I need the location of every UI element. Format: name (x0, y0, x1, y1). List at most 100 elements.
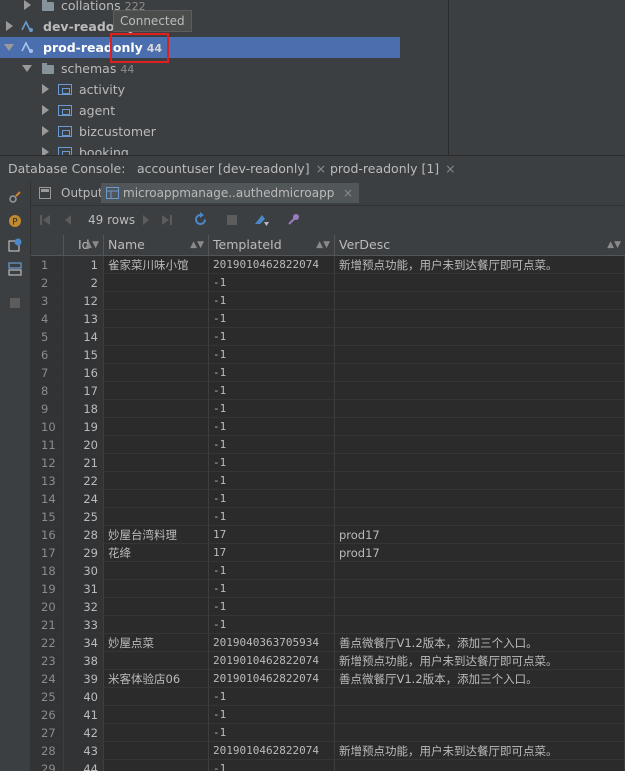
table-row[interactable]: 12 21 -1 (31, 454, 625, 472)
table-row[interactable]: 6 15 -1 (31, 346, 625, 364)
collapse-arrow-icon[interactable] (4, 44, 14, 51)
verdesc-cell[interactable] (335, 706, 625, 724)
templateid-cell[interactable]: -1 (209, 436, 335, 454)
templateid-cell[interactable]: -1 (209, 346, 335, 364)
name-cell[interactable] (104, 328, 209, 346)
table-row[interactable]: 26 41 -1 (31, 706, 625, 724)
row-number-cell[interactable]: 1 (31, 256, 64, 274)
name-cell[interactable] (104, 688, 209, 706)
last-page-icon[interactable] (161, 213, 173, 227)
table-row[interactable]: 14 24 -1 (31, 490, 625, 508)
table-row[interactable]: 8 17 -1 (31, 382, 625, 400)
id-cell[interactable]: 20 (64, 436, 104, 454)
table-row[interactable]: 29 44 -1 (31, 760, 625, 771)
table-row[interactable]: 4 13 -1 (31, 310, 625, 328)
row-number-cell[interactable]: 21 (31, 616, 64, 634)
expand-arrow-icon[interactable] (24, 0, 31, 10)
layout-icon[interactable] (8, 262, 22, 276)
verdesc-cell[interactable]: prod17 (335, 526, 625, 544)
tree-item-dev-readonly[interactable]: dev-readonly (0, 16, 400, 37)
templateid-cell[interactable]: -1 (209, 364, 335, 382)
session-icon[interactable] (8, 238, 22, 252)
next-page-icon[interactable] (141, 213, 151, 227)
name-cell[interactable] (104, 436, 209, 454)
table-row[interactable]: 11 20 -1 (31, 436, 625, 454)
row-number-cell[interactable]: 2 (31, 274, 64, 292)
verdesc-cell[interactable] (335, 274, 625, 292)
table-row[interactable]: 25 40 -1 (31, 688, 625, 706)
name-cell[interactable]: 妙屋台湾料理 (104, 526, 209, 544)
table-row[interactable]: 18 30 -1 (31, 562, 625, 580)
templateid-cell[interactable]: -1 (209, 508, 335, 526)
templateid-cell[interactable]: -1 (209, 274, 335, 292)
name-cell[interactable] (104, 364, 209, 382)
table-row[interactable]: 16 28 妙屋台湾料理 17 prod17 (31, 526, 625, 544)
row-number-cell[interactable]: 24 (31, 670, 64, 688)
name-cell[interactable] (104, 580, 209, 598)
verdesc-cell[interactable] (335, 562, 625, 580)
name-cell[interactable] (104, 472, 209, 490)
verdesc-cell[interactable]: 新增预点功能，用户未到达餐厅即可点菜。 (335, 652, 625, 670)
id-cell[interactable]: 13 (64, 310, 104, 328)
table-row[interactable]: 5 14 -1 (31, 328, 625, 346)
templateid-cell[interactable]: 2019010462822074 (209, 742, 335, 760)
table-row[interactable]: 21 33 -1 (31, 616, 625, 634)
column-header-verdesc[interactable]: VerDesc ▲▼ (335, 235, 625, 255)
verdesc-cell[interactable]: prod17 (335, 544, 625, 562)
table-row[interactable]: 22 34 妙屋点菜 2019040363705934 善点微餐厅V1.2版本，添加三个… (31, 634, 625, 652)
name-cell[interactable]: 妙屋点菜 (104, 634, 209, 652)
row-number-cell[interactable]: 14 (31, 490, 64, 508)
row-number-cell[interactable]: 13 (31, 472, 64, 490)
row-number-cell[interactable]: 12 (31, 454, 64, 472)
close-icon[interactable]: × (445, 161, 455, 176)
templateid-cell[interactable]: -1 (209, 562, 335, 580)
sort-icon[interactable]: ▲▼ (607, 235, 621, 255)
expand-arrow-icon[interactable] (6, 21, 13, 31)
transaction-icon[interactable] (253, 212, 271, 228)
sort-icon[interactable]: ▲▼ (190, 235, 204, 255)
row-number-cell[interactable]: 11 (31, 436, 64, 454)
templateid-cell[interactable]: 2019040363705934 (209, 634, 335, 652)
name-cell[interactable]: 花绛 (104, 544, 209, 562)
close-icon[interactable]: × (343, 183, 353, 203)
name-cell[interactable]: 米客体验店06 (104, 670, 209, 688)
verdesc-cell[interactable] (335, 580, 625, 598)
name-cell[interactable] (104, 274, 209, 292)
templateid-cell[interactable]: 2019010462822074 (209, 256, 335, 274)
name-cell[interactable] (104, 616, 209, 634)
name-cell[interactable] (104, 706, 209, 724)
sort-icon[interactable]: ▲▼ (316, 235, 330, 255)
templateid-cell[interactable]: -1 (209, 760, 335, 771)
column-header-name[interactable]: Name ▲▼ (104, 235, 209, 255)
verdesc-cell[interactable] (335, 760, 625, 771)
id-cell[interactable]: 42 (64, 724, 104, 742)
id-cell[interactable]: 15 (64, 346, 104, 364)
expand-arrow-icon[interactable] (42, 105, 49, 115)
name-cell[interactable] (104, 310, 209, 328)
id-cell[interactable]: 43 (64, 742, 104, 760)
table-row[interactable]: 27 42 -1 (31, 724, 625, 742)
id-cell[interactable]: 40 (64, 688, 104, 706)
templateid-cell[interactable]: -1 (209, 382, 335, 400)
stop-icon[interactable] (8, 296, 22, 310)
verdesc-cell[interactable]: 新增预点功能，用户未到达餐厅即可点菜。 (335, 256, 625, 274)
verdesc-cell[interactable] (335, 400, 625, 418)
templateid-cell[interactable]: -1 (209, 472, 335, 490)
templateid-cell[interactable]: 2019010462822074 (209, 652, 335, 670)
templateid-cell[interactable]: -1 (209, 454, 335, 472)
row-number-cell[interactable]: 4 (31, 310, 64, 328)
id-cell[interactable]: 29 (64, 544, 104, 562)
row-number-cell[interactable]: 10 (31, 418, 64, 436)
table-row[interactable]: 24 39 米客体验店06 2019010462822074 善点微餐厅V1.2版本，添… (31, 670, 625, 688)
id-cell[interactable]: 32 (64, 598, 104, 616)
id-cell[interactable]: 19 (64, 418, 104, 436)
name-cell[interactable] (104, 346, 209, 364)
table-row[interactable]: 23 38 2019010462822074 新增预点功能，用户未到达餐厅即可点菜。 (31, 652, 625, 670)
verdesc-cell[interactable] (335, 490, 625, 508)
row-number-cell[interactable]: 26 (31, 706, 64, 724)
expand-arrow-icon[interactable] (42, 84, 49, 94)
id-cell[interactable]: 1 (64, 256, 104, 274)
name-cell[interactable] (104, 652, 209, 670)
table-row[interactable]: 28 43 2019010462822074 新增预点功能，用户未到达餐厅即可点菜。 (31, 742, 625, 760)
name-cell[interactable] (104, 508, 209, 526)
